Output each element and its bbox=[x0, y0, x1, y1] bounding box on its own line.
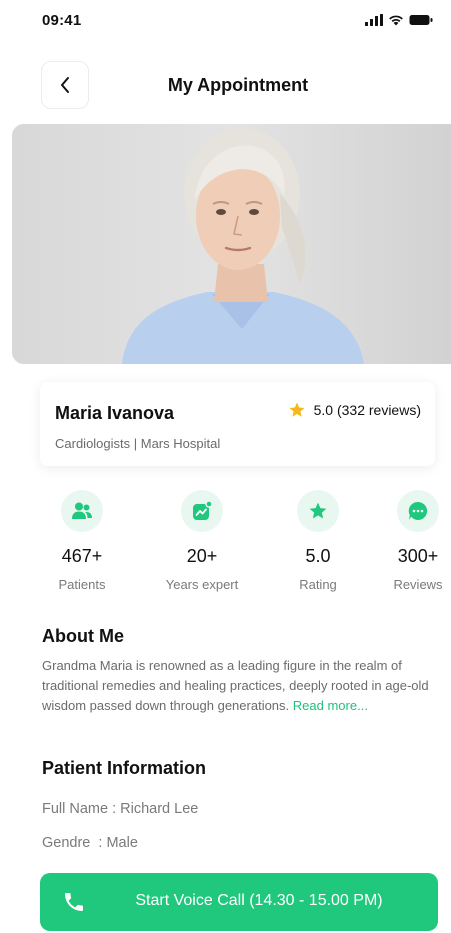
stats-row: 467+ Patients 20+ Years expert 5.0 Ratin… bbox=[0, 490, 451, 602]
status-bar: 09:41 bbox=[0, 0, 451, 44]
status-icons bbox=[365, 14, 433, 26]
stat-value: 20+ bbox=[186, 546, 218, 566]
chart-icon bbox=[181, 490, 223, 532]
stat-label: Reviews bbox=[393, 577, 443, 592]
patient-info-title: Patient Information bbox=[42, 758, 207, 778]
stat-label: Years expert bbox=[165, 577, 239, 592]
stat-patients: 467+ Patients bbox=[27, 490, 137, 592]
stat-reviews: 300+ Reviews bbox=[363, 490, 451, 592]
patients-icon bbox=[61, 490, 103, 532]
header: My Appointment bbox=[0, 61, 451, 109]
wifi-icon bbox=[389, 15, 403, 26]
status-time: 09:41 bbox=[42, 12, 82, 29]
stat-value: 300+ bbox=[397, 546, 439, 566]
signal-icon bbox=[365, 14, 383, 26]
patient-gender: Gendre : Male bbox=[42, 835, 138, 851]
about-title: About Me bbox=[42, 626, 124, 646]
doctor-name: Maria Ivanova bbox=[55, 403, 175, 423]
battery-icon bbox=[409, 15, 433, 25]
page-title: My Appointment bbox=[167, 75, 309, 95]
doctor-specialty: Cardiologists | Mars Hospital bbox=[55, 436, 221, 451]
stat-years-expert: 20+ Years expert bbox=[147, 490, 257, 592]
rating-text: 5.0 (332 reviews) bbox=[313, 402, 421, 418]
start-voice-call-button[interactable]: Start Voice Call (14.30 - 15.00 PM) bbox=[40, 873, 438, 931]
stat-label: Patients bbox=[58, 577, 106, 592]
stat-rating: 5.0 Rating bbox=[263, 490, 373, 592]
star-icon bbox=[289, 402, 305, 417]
stat-label: Rating bbox=[299, 577, 337, 592]
doctor-rating: 5.0 (332 reviews) bbox=[288, 401, 421, 419]
doctor-photo bbox=[12, 124, 451, 364]
about-text: Grandma Maria is renowned as a leading f… bbox=[42, 656, 437, 716]
read-more-link[interactable]: Read more... bbox=[293, 698, 368, 713]
doctor-card: Maria Ivanova Cardiologists | Mars Hospi… bbox=[40, 382, 435, 466]
stat-value: 5.0 bbox=[305, 546, 331, 566]
chat-icon bbox=[397, 490, 439, 532]
star-icon bbox=[297, 490, 339, 532]
stat-value: 467+ bbox=[61, 546, 103, 566]
call-button-label: Start Voice Call (14.30 - 15.00 PM) bbox=[135, 892, 383, 909]
patient-full-name: Full Name : Richard Lee bbox=[42, 801, 199, 817]
about-body: Grandma Maria is renowned as a leading f… bbox=[42, 658, 429, 713]
doctor-portrait bbox=[12, 124, 451, 364]
